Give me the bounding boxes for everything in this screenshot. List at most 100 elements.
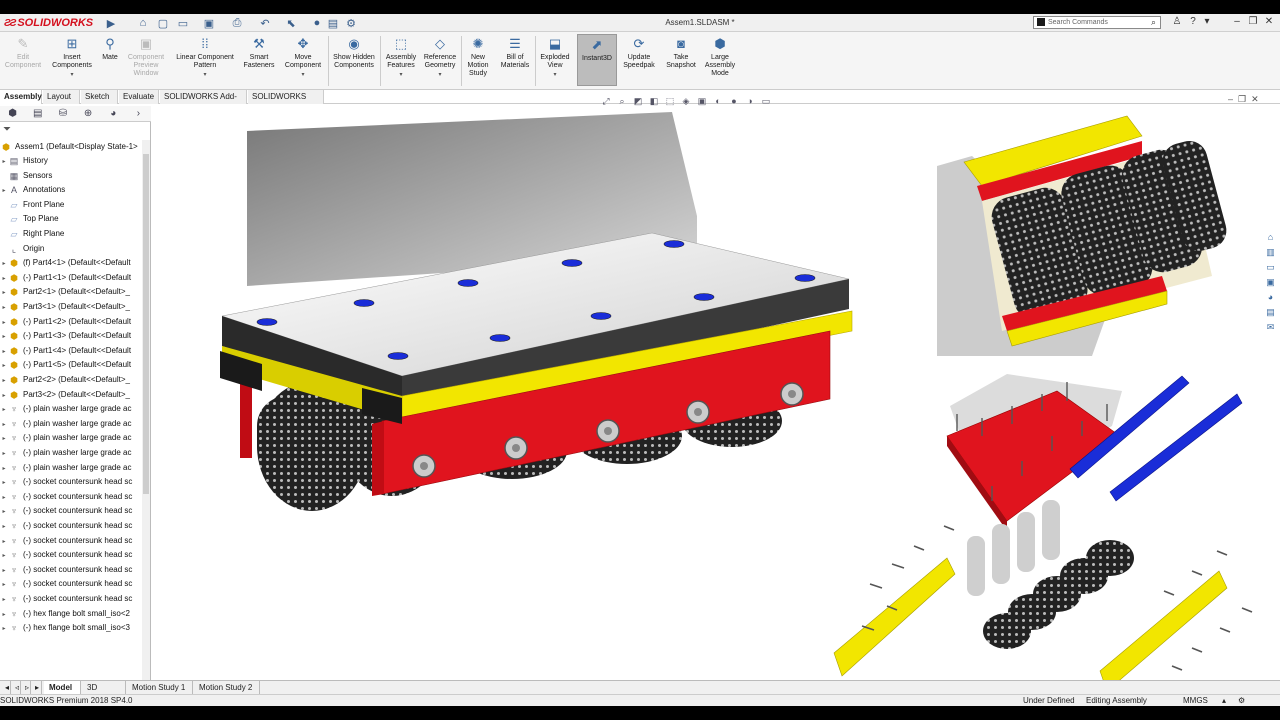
chevron-down-icon[interactable]: ▾	[70, 71, 73, 79]
expand-arrow-icon[interactable]: ▸	[0, 462, 8, 475]
expand-arrow-icon[interactable]: ▸	[0, 155, 8, 168]
property-manager-icon[interactable]: ▤	[25, 108, 50, 119]
tree-item[interactable]: ▸ ⬢ (f) Part4<1> (Default<<Default	[0, 256, 148, 270]
expand-arrow-icon[interactable]: ▸	[0, 608, 8, 621]
large-assembly-mode-button[interactable]: ⬢ Large Assembly Mode	[701, 36, 739, 78]
status-settings-icon[interactable]: ⚙	[1238, 695, 1245, 706]
expand-arrow-icon[interactable]: ▸	[0, 389, 8, 402]
file-explorer-icon[interactable]: ▭	[1264, 262, 1277, 275]
tree-root[interactable]: ⬢ Assem1 (Default<Display State-1>	[0, 140, 148, 154]
tab-solidworks-mbd[interactable]: SOLIDWORKS MBD	[248, 90, 324, 115]
unit-system[interactable]: MMGS	[1183, 695, 1208, 706]
viewport-close-icon[interactable]: ✕	[1251, 94, 1259, 104]
tree-item[interactable]: ▱ Right Plane	[0, 227, 148, 241]
close-icon[interactable]: ✕	[1262, 16, 1276, 30]
expand-arrow-icon[interactable]: ▸	[0, 345, 8, 358]
assembly-features-button[interactable]: ⬚ Assembly Features ▾	[382, 36, 420, 79]
solidworks-resources-icon[interactable]: ⌂	[1264, 232, 1277, 245]
tree-item[interactable]: ▸ ♆ (-) plain washer large grade ac	[0, 446, 148, 460]
feature-tree-scrollbar[interactable]	[142, 140, 150, 680]
expand-arrow-icon[interactable]: ▸	[0, 578, 8, 591]
tree-item[interactable]: ▸ ♆ (-) hex flange bolt small_iso<3	[0, 621, 148, 635]
expand-arrow-icon[interactable]: ▸	[0, 549, 8, 562]
expand-arrow-icon[interactable]: ▸	[0, 520, 8, 533]
forum-icon[interactable]: ✉	[1264, 322, 1277, 335]
tree-item[interactable]: ▸ ♆ (-) socket countersunk head sc	[0, 490, 148, 504]
expand-arrow-icon[interactable]: ▸	[0, 316, 8, 329]
expand-arrow-icon[interactable]: ▸	[0, 257, 8, 270]
design-library-icon[interactable]: ▥	[1264, 247, 1277, 260]
apply-scene-icon[interactable]: ◑	[744, 96, 756, 106]
edit-appearance-icon[interactable]: ●	[728, 96, 740, 106]
tree-item[interactable]: ▸ ♆ (-) plain washer large grade ac	[0, 402, 148, 416]
tree-item[interactable]: ▸ ▤ History	[0, 154, 148, 168]
zoom-area-icon[interactable]: ⌕	[616, 96, 628, 107]
view-orientation-icon[interactable]: ◈	[680, 96, 692, 107]
smart-fasteners-button[interactable]: ⚒ Smart Fasteners	[240, 36, 278, 70]
minimize-icon[interactable]: –	[1230, 16, 1244, 30]
expand-arrow-icon[interactable]: ▸	[0, 491, 8, 504]
tree-item[interactable]: ▸ ♆ (-) plain washer large grade ac	[0, 417, 148, 431]
tree-item[interactable]: ▸ ⬢ (-) Part1<2> (Default<<Default	[0, 315, 148, 329]
expand-arrow-icon[interactable]: ▸	[0, 330, 8, 343]
tree-item[interactable]: ▸ ♆ (-) socket countersunk head sc	[0, 563, 148, 577]
tab-motion-study-2[interactable]: Motion Study 2	[194, 681, 260, 695]
expand-arrow-icon[interactable]: ▸	[0, 403, 8, 416]
edit-component-button[interactable]: ✎ Edit Component	[2, 36, 44, 70]
update-speedpak-button[interactable]: ⟳ Update Speedpak	[619, 36, 659, 70]
tree-item[interactable]: ▦ Sensors	[0, 169, 148, 183]
expand-arrow-icon[interactable]: ▸	[0, 374, 8, 387]
linear-component-pattern-button[interactable]: ⁞⁞ Linear Component Pattern ▾	[170, 36, 240, 79]
expand-arrow-icon[interactable]: ▸	[0, 301, 8, 314]
tree-item[interactable]: ▸ ♆ (-) socket countersunk head sc	[0, 504, 148, 518]
tree-item[interactable]: ▸ ♆ (-) socket countersunk head sc	[0, 519, 148, 533]
help-icon[interactable]: ?	[1186, 16, 1200, 30]
expand-arrow-icon[interactable]: ▸	[0, 505, 8, 518]
tree-item[interactable]: ▸ ♆ (-) hex flange bolt small_iso<2	[0, 607, 148, 621]
scrollbar-thumb[interactable]	[143, 154, 149, 494]
expand-arrow-icon[interactable]: ▸	[0, 564, 8, 577]
instant3d-button[interactable]: ⬈ Instant3D	[577, 34, 617, 86]
user-icon[interactable]: ♙	[1170, 16, 1184, 30]
expand-arrow-icon[interactable]: ▸	[0, 476, 8, 489]
insert-components-button[interactable]: ⊞ Insert Components ▾	[48, 36, 96, 79]
tab-model[interactable]: Model	[44, 681, 81, 695]
viewport-minimize-icon[interactable]: –	[1228, 94, 1233, 104]
tree-item[interactable]: ▸ ♆ (-) plain washer large grade ac	[0, 461, 148, 475]
tree-item[interactable]: ▸ ⬢ (-) Part1<5> (Default<<Default	[0, 358, 148, 372]
feature-manager-tree-icon[interactable]: ⬢	[0, 108, 25, 119]
appearances-scenes-icon[interactable]: ◕	[1264, 292, 1277, 305]
bottom-view-preview[interactable]	[937, 115, 1230, 356]
viewport-restore-icon[interactable]: ❐	[1238, 94, 1246, 104]
custom-properties-icon[interactable]: ▤	[1264, 307, 1277, 320]
exploded-view-preview[interactable]	[833, 374, 1253, 680]
search-icon[interactable]: ⌕	[1151, 17, 1156, 28]
hide-show-items-icon[interactable]: ◐	[712, 96, 724, 106]
tree-item[interactable]: ▱ Front Plane	[0, 198, 148, 212]
tab-sketch[interactable]: Sketch	[81, 90, 118, 104]
tab-layout[interactable]: Layout	[43, 90, 80, 104]
view-settings-icon[interactable]: ▭	[760, 96, 772, 107]
dynamic-annotation-icon[interactable]: ⬚	[664, 96, 676, 107]
dimxpert-manager-icon[interactable]: ⊕	[76, 108, 101, 119]
zoom-to-fit-icon[interactable]: ⤢	[600, 96, 612, 107]
tab-assembly[interactable]: Assembly	[0, 90, 42, 104]
mate-button[interactable]: ⚲ Mate	[98, 36, 122, 62]
display-style-icon[interactable]: ▣	[696, 96, 708, 107]
component-preview-window-button[interactable]: ▣ Component Preview Window	[124, 36, 168, 78]
tree-item[interactable]: ▸ ♆ (-) socket countersunk head sc	[0, 577, 148, 591]
expand-arrow-icon[interactable]: ▸	[0, 432, 8, 445]
previous-view-icon[interactable]: ◩	[632, 96, 644, 107]
tree-item[interactable]: ⌞ Origin	[0, 242, 148, 256]
tree-item[interactable]: ▸ ⬢ (-) Part1<4> (Default<<Default	[0, 344, 148, 358]
expand-arrow-icon[interactable]: ▸	[0, 418, 8, 431]
tab-evaluate[interactable]: Evaluate	[119, 90, 159, 104]
move-component-button[interactable]: ✥ Move Component ▾	[280, 36, 326, 79]
maximize-icon[interactable]: ❐	[1246, 16, 1260, 30]
tree-item[interactable]: ▸ ♆ (-) socket countersunk head sc	[0, 475, 148, 489]
graphics-area[interactable]: ⌂ ▥ ▭ ▣ ◕ ▤ ✉	[152, 106, 1280, 680]
expand-arrow-icon[interactable]: ▸	[0, 286, 8, 299]
chevron-down-icon[interactable]: ▾	[301, 71, 304, 79]
expand-arrow-icon[interactable]: ▸	[0, 447, 8, 460]
tree-item[interactable]: ▸ ⬢ Part2<2> (Default<<Default>_	[0, 373, 148, 387]
